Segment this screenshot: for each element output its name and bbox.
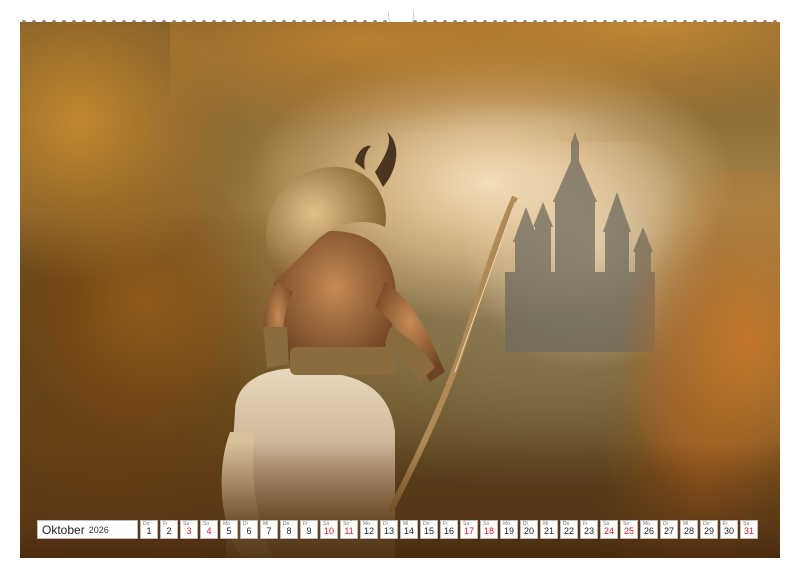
calendar-day-cell: Do 29	[700, 520, 718, 539]
calendar-day-cell: Mi 21	[540, 520, 558, 539]
calendar-day-cell: Mi 28	[680, 520, 698, 539]
day-number: 20	[523, 526, 534, 536]
day-number: 9	[306, 526, 312, 536]
day-number: 17	[463, 526, 474, 536]
day-number: 21	[543, 526, 554, 536]
day-number: 12	[363, 526, 374, 536]
calendar-day-cell: Fr 16	[440, 520, 458, 539]
calendar-day-cell: Di 6	[240, 520, 258, 539]
calendar-day-cell: So 4	[200, 520, 218, 539]
month-year: 2026	[88, 524, 109, 535]
day-number: 26	[643, 526, 654, 536]
day-number: 27	[663, 526, 674, 536]
day-number: 22	[563, 526, 574, 536]
day-number: 16	[443, 526, 454, 536]
calendar-day-cell: So 11	[340, 520, 358, 539]
calendar-day-cell: Do 22	[560, 520, 578, 539]
calendar-day-cell: Sa 31	[740, 520, 758, 539]
day-number: 28	[683, 526, 694, 536]
calendar-day-cell: Fr 9	[300, 520, 318, 539]
day-number: 15	[423, 526, 434, 536]
day-number: 10	[323, 526, 334, 536]
day-number: 6	[246, 526, 252, 536]
day-number: 29	[703, 526, 714, 536]
calendar-day-cell: Mi 7	[260, 520, 278, 539]
day-number: 18	[483, 526, 494, 536]
calendar-day-cell: Di 20	[520, 520, 538, 539]
calendar-day-cell: Sa 24	[600, 520, 618, 539]
day-number: 4	[206, 526, 212, 536]
month-name: Oktober	[42, 522, 85, 537]
calendar-day-cell: Mo 19	[500, 520, 518, 539]
day-number: 3	[186, 526, 192, 536]
calendar-day-cell: Sa 3	[180, 520, 198, 539]
day-number: 31	[743, 526, 754, 536]
calendar-day-cell: Do 15	[420, 520, 438, 539]
calendar-day-cell: Do 8	[280, 520, 298, 539]
day-number: 2	[166, 526, 172, 536]
day-number: 23	[583, 526, 594, 536]
calendar-day-cell: Di 27	[660, 520, 678, 539]
calendar-day-cell: So 18	[480, 520, 498, 539]
day-number: 8	[286, 526, 292, 536]
day-number: 30	[723, 526, 734, 536]
month-label: Oktober 2026	[37, 520, 138, 539]
calendar-day-cell: Do 1	[140, 520, 158, 539]
day-number: 13	[383, 526, 394, 536]
calendar-day-cell: So 25	[620, 520, 638, 539]
calendar-day-cell: Mi 14	[400, 520, 418, 539]
month-calendar-strip: Oktober 2026 Do 1 Fr 2 Sa 3 So 4 Mo 5 Di 6 Mi 7 Do 8 Fr 9…	[37, 520, 758, 539]
calendar-day-cell: Sa 17	[460, 520, 478, 539]
day-number: 5	[226, 526, 232, 536]
day-number: 7	[266, 526, 272, 536]
calendar-day-cell: Di 13	[380, 520, 398, 539]
calendar-day-cell: Fr 2	[160, 520, 178, 539]
day-number: 14	[403, 526, 414, 536]
day-number: 25	[623, 526, 634, 536]
calendar-photo	[20, 22, 780, 558]
foliage-bottom	[20, 442, 780, 558]
calendar-day-cell: Mo 12	[360, 520, 378, 539]
day-number: 24	[603, 526, 614, 536]
calendar-day-cell: Mo 5	[220, 520, 238, 539]
calendar-day-cell: Fr 23	[580, 520, 598, 539]
calendar-day-cell: Mo 26	[640, 520, 658, 539]
day-number: 19	[503, 526, 514, 536]
day-number: 1	[146, 526, 152, 536]
calendar-day-cell: Fr 30	[720, 520, 738, 539]
calendar-day-cell: Sa 10	[320, 520, 338, 539]
day-number: 11	[344, 526, 354, 536]
